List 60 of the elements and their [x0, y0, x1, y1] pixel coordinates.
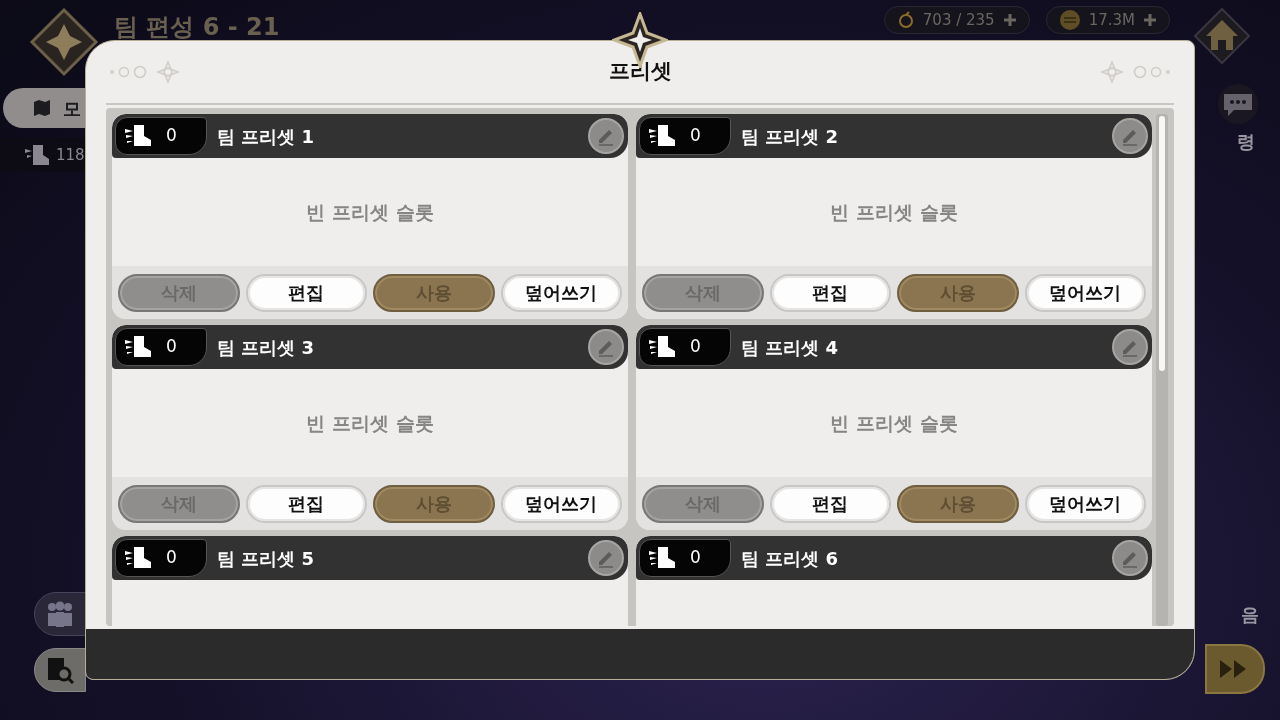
preset-action-button[interactable]: 편집 — [769, 484, 891, 523]
count-text: 0 — [166, 124, 177, 148]
edit-name-button[interactable] — [588, 329, 624, 365]
scrollbar[interactable] — [1156, 114, 1168, 626]
document-search-icon — [46, 656, 74, 684]
count-text: 0 — [690, 124, 701, 148]
preset-name: 팀 프리셋 6 — [741, 546, 840, 571]
preset-name: 팀 프리셋 1 — [217, 124, 316, 149]
preset-name: 팀 프리셋 5 — [217, 546, 316, 571]
scroll-thumb[interactable] — [1159, 116, 1165, 371]
preset-name: 팀 프리셋 2 — [741, 124, 840, 149]
preset-action-button[interactable]: 덮어쓰기 — [500, 484, 622, 523]
next-button[interactable] — [1204, 644, 1265, 694]
preset-name: 팀 프리셋 4 — [741, 335, 840, 360]
edit-name-button[interactable] — [1112, 329, 1148, 365]
side-label: 령 — [1235, 130, 1255, 154]
edit-name-button[interactable] — [1112, 118, 1148, 154]
home-icon[interactable] — [1192, 6, 1252, 66]
winged-boot-icon — [648, 334, 676, 360]
preset-action-button[interactable]: 편집 — [245, 484, 367, 523]
stamina-count: 118 — [56, 144, 85, 166]
fruit-icon — [896, 11, 915, 29]
count-text: 0 — [166, 335, 177, 359]
people-icon — [45, 601, 75, 627]
preset-action-button[interactable]: 편집 — [245, 273, 367, 312]
preset-action-button[interactable]: 편집 — [769, 273, 891, 312]
preset-action-button[interactable]: 덮어쓰기 — [1024, 273, 1146, 312]
count-text: 0 — [166, 546, 177, 570]
empty-slot-text: 빈 프리셋 슬롯 — [306, 410, 434, 436]
winged-boot-icon — [124, 123, 152, 149]
winged-boot-icon — [124, 334, 152, 360]
preset-name: 팀 프리셋 3 — [217, 335, 316, 360]
plus-icon[interactable] — [1002, 13, 1017, 27]
chat-icon[interactable] — [1215, 84, 1260, 124]
empty-slot-text: 빈 프리셋 슬롯 — [830, 410, 958, 436]
edit-name-button[interactable] — [1112, 540, 1148, 576]
edit-name-button[interactable] — [588, 540, 624, 576]
map-icon — [33, 99, 51, 117]
boot-icon — [24, 143, 50, 167]
preset-action-button[interactable]: 덮어쓰기 — [500, 273, 622, 312]
screen-title: 팀 편성 6 - 21 — [114, 12, 280, 42]
count-text: 0 — [690, 335, 701, 359]
mode-pill[interactable]: 모 — [3, 88, 87, 128]
resource-count: 703 / 235 — [922, 9, 995, 31]
preset-action-button[interactable]: 덮어쓰기 — [1024, 484, 1146, 523]
side-label: 음 — [1239, 603, 1259, 627]
empty-slot-text: 빈 프리셋 슬롯 — [306, 199, 434, 225]
party-button[interactable] — [34, 592, 86, 636]
mode-label: 모 — [63, 96, 81, 121]
dialog-title: 프리셋 — [608, 58, 672, 86]
search-doc-button[interactable] — [34, 648, 86, 692]
plus-icon[interactable] — [1143, 13, 1157, 27]
winged-boot-icon — [124, 545, 152, 571]
winged-boot-icon — [648, 545, 676, 571]
count-text: 0 — [690, 546, 701, 570]
coin-icon — [1058, 9, 1081, 31]
winged-boot-icon — [648, 123, 676, 149]
resource-count: 17.3M — [1088, 9, 1135, 31]
edit-name-button[interactable] — [588, 118, 624, 154]
empty-slot-text: 빈 프리셋 슬롯 — [830, 199, 958, 225]
